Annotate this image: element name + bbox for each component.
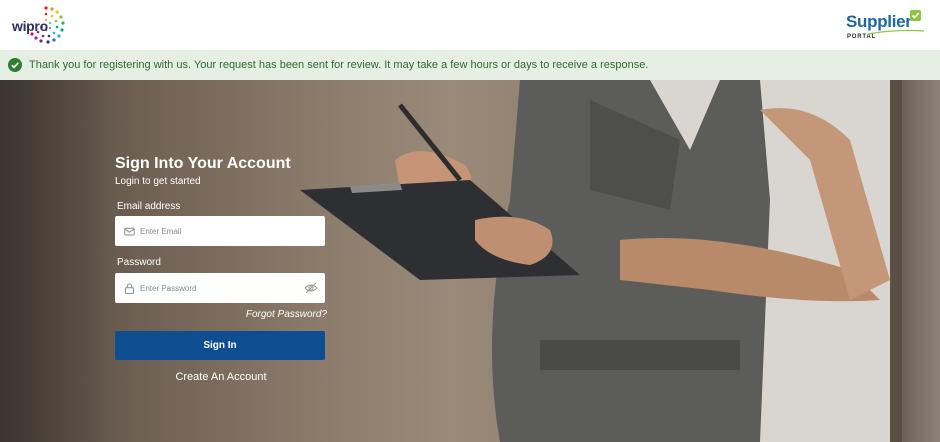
top-header: wipro Supplier PORTAL <box>0 0 940 50</box>
create-account-link[interactable]: Create An Account <box>115 371 327 383</box>
eye-off-icon[interactable] <box>304 281 318 295</box>
email-field-container <box>115 216 325 246</box>
email-input[interactable] <box>140 216 310 246</box>
worker-with-clipboard-image <box>300 80 890 442</box>
email-label: Email address <box>117 201 181 212</box>
supplier-portal-logo[interactable]: Supplier PORTAL <box>846 9 926 43</box>
hero-left-shade <box>0 80 110 442</box>
banner-message: Thank you for registering with us. Your … <box>29 59 649 71</box>
forgot-password-link[interactable]: Forgot Password? <box>246 309 327 320</box>
password-field-container <box>115 273 325 303</box>
wipro-logo[interactable]: wipro <box>10 4 70 46</box>
supplier-logo-swoosh-icon <box>867 29 925 35</box>
password-input[interactable] <box>140 273 310 303</box>
login-subtitle: Login to get started <box>115 176 201 187</box>
sign-in-button[interactable]: Sign In <box>115 331 325 360</box>
wipro-logo-text: wipro <box>12 18 48 34</box>
envelope-icon <box>124 227 135 236</box>
check-circle-icon <box>8 58 22 72</box>
hero-right-wall <box>902 80 940 442</box>
supplier-portal-logo-icon <box>910 10 921 21</box>
lock-icon <box>125 283 134 294</box>
password-label: Password <box>117 257 161 268</box>
success-banner: Thank you for registering with us. Your … <box>0 50 940 81</box>
login-title: Sign Into Your Account <box>115 155 291 172</box>
